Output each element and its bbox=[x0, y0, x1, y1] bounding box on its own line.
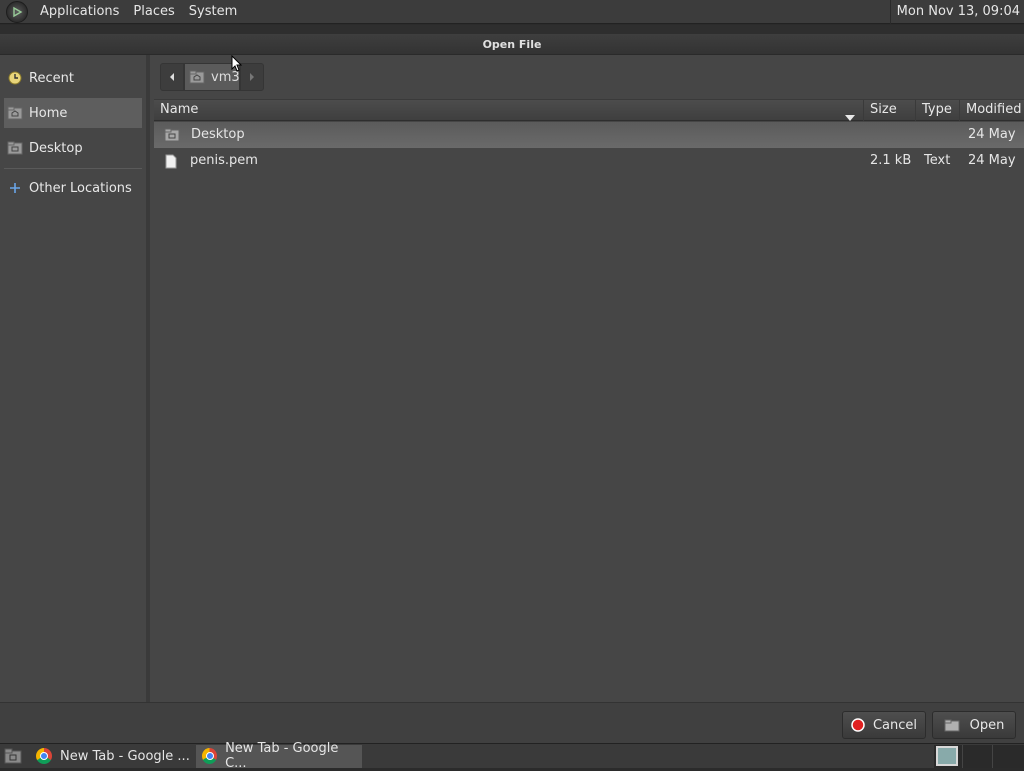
open-button[interactable]: Open bbox=[932, 711, 1016, 739]
plus-icon bbox=[7, 180, 23, 196]
taskbar-item-chrome-1[interactable]: New Tab - Google ... bbox=[30, 745, 196, 768]
sidebar-item-home[interactable]: Home bbox=[4, 98, 142, 128]
cancel-button-label: Cancel bbox=[872, 717, 918, 733]
dialog-titlebar[interactable]: Open File bbox=[0, 34, 1024, 55]
sidebar-item-recent[interactable]: Recent bbox=[4, 63, 142, 93]
taskbar-item-chrome-2[interactable]: New Tab - Google C... bbox=[196, 741, 362, 771]
sidebar-item-label: Desktop bbox=[29, 140, 83, 156]
workspace-switcher[interactable] bbox=[934, 745, 1024, 768]
mouse-cursor-icon bbox=[231, 54, 243, 77]
chrome-icon bbox=[36, 748, 52, 764]
chrome-icon bbox=[202, 748, 218, 764]
column-size-label: Size bbox=[870, 102, 897, 117]
file-list-header: Name Size Type Modified bbox=[154, 99, 1024, 121]
sidebar-separator bbox=[4, 168, 142, 169]
cancel-icon bbox=[851, 718, 865, 732]
path-forward-button[interactable] bbox=[240, 63, 264, 91]
sidebar-item-desktop[interactable]: Desktop bbox=[4, 133, 142, 163]
column-name-header[interactable]: Name bbox=[154, 99, 864, 121]
file-list: Desktop 24 May penis.pem 2.1 kB Text 24 … bbox=[154, 122, 1024, 174]
top-panel: Applications Places System Mon Nov 13, 0… bbox=[0, 0, 1024, 24]
workspace-1[interactable] bbox=[936, 746, 958, 766]
dialog-title: Open File bbox=[482, 37, 542, 51]
file-modified: 24 May bbox=[968, 127, 1016, 142]
file-modified: 24 May bbox=[968, 153, 1016, 168]
desktop-folder-icon bbox=[7, 140, 23, 156]
file-size bbox=[864, 122, 916, 148]
file-type bbox=[916, 122, 960, 148]
home-folder-icon bbox=[7, 105, 23, 121]
sidebar-item-label: Recent bbox=[29, 70, 74, 86]
column-size-header[interactable]: Size bbox=[864, 99, 916, 121]
show-desktop-icon[interactable] bbox=[4, 748, 22, 764]
file-browser: vm3 Name Size Type Modified Desktop 24 M… bbox=[154, 55, 1024, 702]
open-folder-icon bbox=[944, 718, 960, 732]
file-name: Desktop bbox=[191, 127, 245, 142]
distro-logo-icon[interactable] bbox=[6, 0, 28, 23]
menu-applications[interactable]: Applications bbox=[33, 0, 126, 24]
taskbar-item-label: New Tab - Google ... bbox=[60, 748, 190, 764]
folder-icon bbox=[164, 128, 180, 142]
column-modified-label: Modified bbox=[966, 102, 1022, 117]
file-row-penis-pem[interactable]: penis.pem 2.1 kB Text 24 May bbox=[154, 148, 1024, 174]
column-type-header[interactable]: Type bbox=[916, 99, 960, 121]
path-bar: vm3 bbox=[160, 63, 264, 91]
taskbar-item-label: New Tab - Google C... bbox=[225, 741, 339, 771]
recent-icon bbox=[7, 70, 23, 86]
dialog-action-bar: Cancel Open bbox=[0, 702, 1024, 743]
home-folder-icon bbox=[189, 70, 205, 84]
background-window-edge bbox=[0, 25, 1024, 34]
column-name-label: Name bbox=[160, 102, 199, 117]
file-icon bbox=[165, 154, 177, 169]
sidebar-item-other-locations[interactable]: Other Locations bbox=[4, 173, 142, 203]
sidebar-item-label: Other Locations bbox=[29, 180, 132, 196]
bottom-taskbar: New Tab - Google ... New Tab - Google C.… bbox=[0, 741, 1024, 771]
sidebar-item-label: Home bbox=[29, 105, 68, 121]
open-file-dialog: Open File Recent Home Desktop Other Loca… bbox=[0, 34, 1024, 743]
path-back-button[interactable] bbox=[160, 63, 184, 91]
menu-places[interactable]: Places bbox=[126, 0, 181, 24]
clock[interactable]: Mon Nov 13, 09:04 bbox=[889, 0, 1020, 24]
file-name: penis.pem bbox=[190, 153, 258, 168]
column-type-label: Type bbox=[922, 102, 952, 117]
places-sidebar: Recent Home Desktop Other Locations bbox=[0, 55, 150, 702]
open-button-label: Open bbox=[969, 717, 1005, 733]
cancel-button[interactable]: Cancel bbox=[842, 711, 926, 739]
file-type: Text bbox=[924, 153, 951, 168]
menu-system[interactable]: System bbox=[182, 0, 244, 24]
file-size: 2.1 kB bbox=[870, 153, 912, 168]
column-modified-header[interactable]: Modified bbox=[960, 99, 1024, 121]
file-row-desktop[interactable]: Desktop 24 May bbox=[154, 122, 1024, 148]
